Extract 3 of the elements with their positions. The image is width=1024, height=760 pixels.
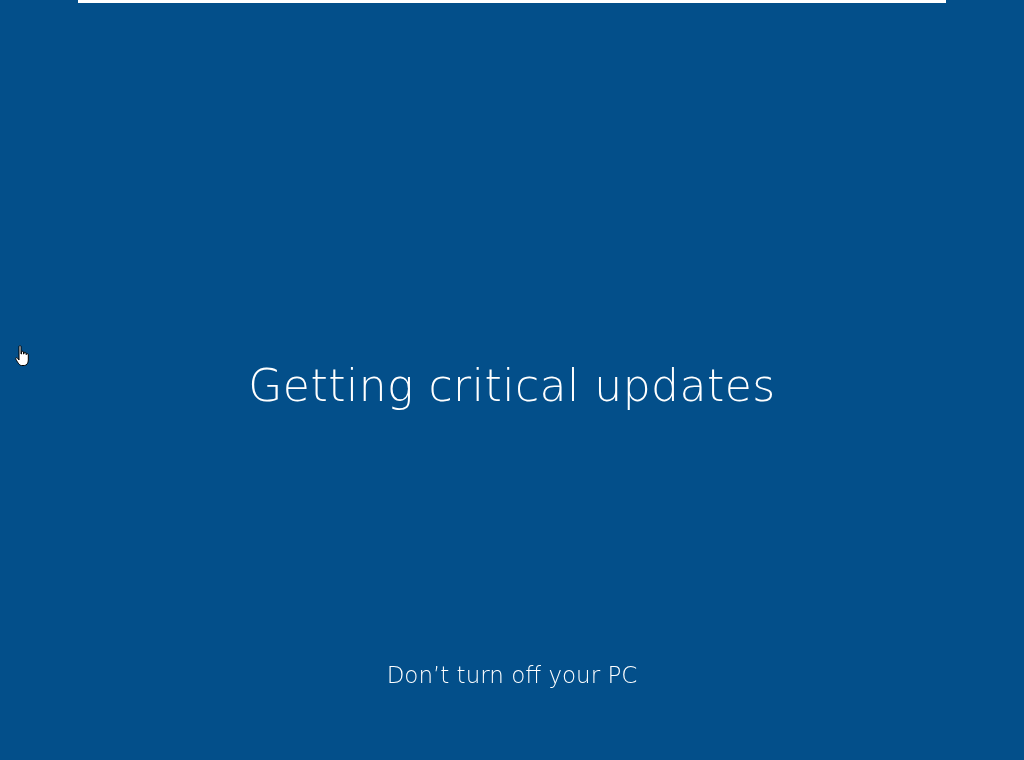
warning-text: Don’t turn off your PC xyxy=(386,660,638,690)
status-title: Getting critical updates xyxy=(248,360,776,413)
hand-cursor-icon xyxy=(14,345,30,367)
